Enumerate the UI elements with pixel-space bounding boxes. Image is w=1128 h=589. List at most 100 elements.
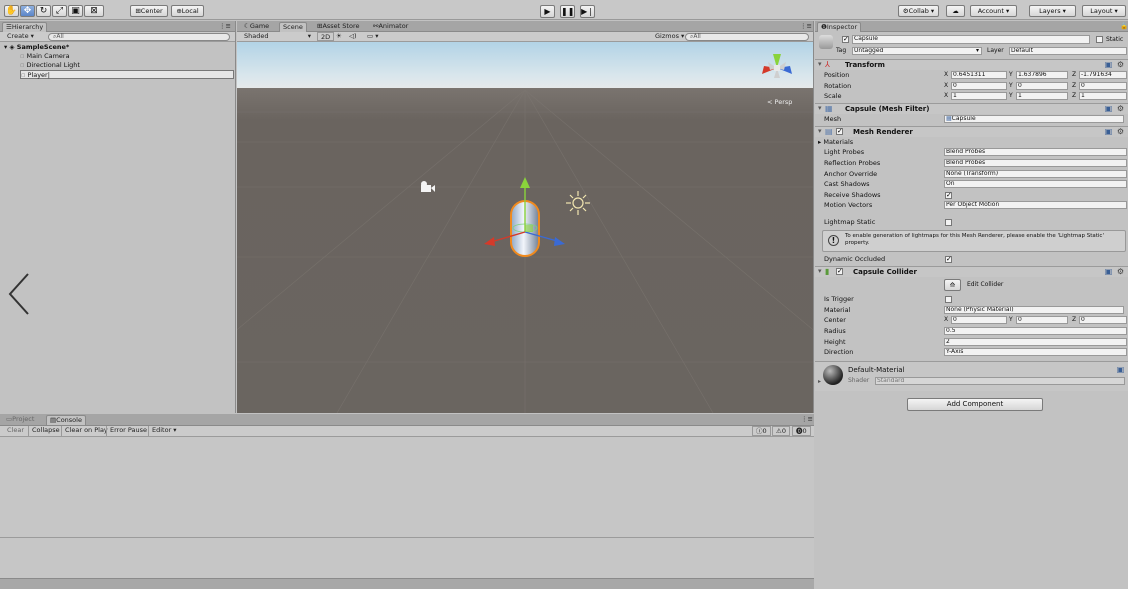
collapse-button[interactable]: Collapse	[28, 426, 63, 436]
add-component-button[interactable]: Add Component	[907, 398, 1043, 411]
center-x-field[interactable]: 0	[951, 316, 1007, 324]
shading-mode-dropdown[interactable]: Shaded ▾	[241, 32, 313, 42]
layout-button[interactable]: Layout ▾	[1082, 5, 1126, 17]
mesh-renderer-enabled-checkbox[interactable]: ✓	[836, 128, 843, 135]
scale-z-field[interactable]: 1	[1079, 92, 1127, 100]
radius-field[interactable]: 0.5	[944, 327, 1127, 335]
transform-header[interactable]: Transform	[815, 59, 1128, 70]
help-book-icon[interactable]: ▣	[1104, 104, 1113, 113]
scene-search-input[interactable]: ⌕All	[685, 33, 809, 41]
receive-shadows-checkbox[interactable]: ✓	[945, 192, 952, 199]
panel-menu-icon[interactable]: ⋮≡	[797, 22, 815, 32]
anchor-override-field[interactable]: None (Transform)	[944, 170, 1127, 178]
component-settings-icon[interactable]: ⚙	[1116, 127, 1125, 136]
move-tool-button[interactable]: ✥	[20, 5, 35, 17]
center-y-field[interactable]: 0	[1016, 316, 1068, 324]
component-settings-icon[interactable]: ⚙	[1116, 267, 1125, 276]
foldout-arrow-icon[interactable]: ▾	[818, 127, 822, 135]
hierarchy-item-directional-light[interactable]: ▫ Directional Light	[20, 61, 80, 69]
position-z-field[interactable]: -1.791634	[1079, 71, 1127, 79]
error-pause-button[interactable]: Error Pause	[106, 426, 150, 436]
active-checkbox[interactable]: ✓	[842, 36, 849, 43]
help-book-icon[interactable]: ▣	[1104, 267, 1113, 276]
tag-dropdown[interactable]: Untagged ▾	[852, 47, 982, 55]
scale-tool-button[interactable]: ⤢	[52, 5, 67, 17]
mesh-filter-header[interactable]: Capsule (Mesh Filter)	[815, 103, 1128, 114]
hierarchy-search-input[interactable]: ⌕All	[48, 33, 230, 41]
rotation-x-field[interactable]: 0	[951, 82, 1007, 90]
physic-material-field[interactable]: None (Physic Material)	[944, 306, 1124, 314]
shader-dropdown[interactable]: Standard	[875, 377, 1125, 385]
mesh-renderer-header[interactable]: Mesh Renderer	[815, 126, 1128, 137]
pivot-center-button[interactable]: ⊞Center	[130, 5, 168, 17]
layers-button[interactable]: Layers ▾	[1029, 5, 1076, 17]
scale-x-field[interactable]: 1	[951, 92, 1007, 100]
rotation-z-field[interactable]: 0	[1079, 82, 1127, 90]
foldout-arrow-icon[interactable]: ▾	[818, 104, 822, 112]
foldout-arrow-icon[interactable]: ▸	[818, 378, 821, 385]
audio-toggle[interactable]: ◁)	[346, 32, 360, 42]
lock-icon[interactable]: 🔒	[1117, 22, 1128, 32]
light-probes-dropdown[interactable]: Blend Probes	[944, 148, 1127, 156]
error-filter-button[interactable]: ⓿0	[792, 426, 811, 436]
panel-menu-icon[interactable]: ⋮≡	[216, 22, 234, 32]
panel-menu-icon[interactable]: ⋮≡	[798, 415, 816, 425]
tab-inspector[interactable]: ❶Inspector	[817, 22, 862, 32]
cast-shadows-dropdown[interactable]: On	[944, 180, 1127, 188]
tab-scene[interactable]: Scene	[279, 22, 307, 32]
static-checkbox[interactable]	[1096, 36, 1103, 43]
create-dropdown[interactable]: Create ▾	[4, 32, 37, 42]
space-local-button[interactable]: ⊕Local	[171, 5, 204, 17]
clear-on-play-button[interactable]: Clear on Play	[61, 426, 111, 436]
tab-console[interactable]: ▤Console	[46, 415, 86, 425]
mesh-field[interactable]: ▦Capsule	[944, 115, 1124, 123]
capsule-collider-header[interactable]: Capsule Collider	[815, 266, 1128, 277]
tab-hierarchy[interactable]: ☰Hierarchy	[2, 22, 48, 32]
cloud-button[interactable]: ☁	[946, 5, 965, 17]
hand-tool-button[interactable]: ✋	[4, 5, 19, 17]
step-button[interactable]: ▶❘	[580, 5, 595, 18]
effects-dropdown[interactable]: ▭ ▾	[364, 32, 381, 42]
tab-project[interactable]: ▭Project	[3, 415, 37, 425]
help-book-icon[interactable]: ▣	[1116, 365, 1125, 374]
editor-dropdown[interactable]: Editor ▾	[148, 426, 180, 436]
lighting-toggle[interactable]: ☀	[333, 32, 345, 42]
rect-tool-button[interactable]: ▣	[68, 5, 83, 17]
warning-filter-button[interactable]: ⚠0	[772, 426, 790, 436]
is-trigger-checkbox[interactable]	[945, 296, 952, 303]
account-button[interactable]: Account ▾	[970, 5, 1017, 17]
position-x-field[interactable]: 0.6451311	[951, 71, 1007, 79]
dynamic-occluded-checkbox[interactable]: ✓	[945, 256, 952, 263]
scale-y-field[interactable]: 1	[1016, 92, 1068, 100]
help-book-icon[interactable]: ▣	[1104, 127, 1113, 136]
layer-dropdown[interactable]: Default	[1009, 47, 1127, 55]
rotate-tool-button[interactable]: ↻	[36, 5, 51, 17]
info-filter-button[interactable]: ⓘ0	[752, 426, 771, 436]
center-z-field[interactable]: 0	[1079, 316, 1127, 324]
lightmap-static-checkbox[interactable]	[945, 219, 952, 226]
tab-asset-store[interactable]: ⊞Asset Store	[314, 22, 362, 32]
persp-label[interactable]: < Persp	[767, 98, 792, 106]
scene-root-item[interactable]: ▾ ◈ SampleScene*	[4, 43, 69, 51]
scene-viewport[interactable]: < Persp	[237, 42, 813, 413]
hierarchy-item-main-camera[interactable]: ▫ Main Camera	[20, 52, 70, 60]
chevron-left-icon[interactable]	[6, 270, 32, 318]
direction-dropdown[interactable]: Y-Axis	[944, 348, 1127, 356]
component-settings-icon[interactable]: ⚙	[1116, 104, 1125, 113]
foldout-arrow-icon[interactable]: ▾	[818, 60, 822, 68]
play-button[interactable]: ▶	[540, 5, 555, 18]
rotation-y-field[interactable]: 0	[1016, 82, 1068, 90]
gizmos-dropdown[interactable]: Gizmos ▾	[652, 32, 687, 42]
2d-toggle[interactable]: 2D	[317, 32, 335, 41]
collab-button[interactable]: ⚙Collab ▾	[898, 5, 939, 17]
foldout-arrow-icon[interactable]: ▾	[818, 267, 822, 275]
motion-vectors-dropdown[interactable]: Per Object Motion	[944, 201, 1127, 209]
materials-foldout[interactable]: ▸ Materials	[818, 138, 853, 146]
hierarchy-item-player-rename-field[interactable]: ▫ Player|	[20, 70, 234, 79]
capsule-collider-enabled-checkbox[interactable]: ✓	[836, 268, 843, 275]
pause-button[interactable]: ❚❚	[560, 5, 575, 18]
tab-game[interactable]: ☾Game	[241, 22, 272, 32]
console-log-area[interactable]	[0, 437, 814, 537]
component-settings-icon[interactable]: ⚙	[1116, 60, 1125, 69]
transform-tool-button[interactable]: ⊠	[84, 5, 104, 17]
